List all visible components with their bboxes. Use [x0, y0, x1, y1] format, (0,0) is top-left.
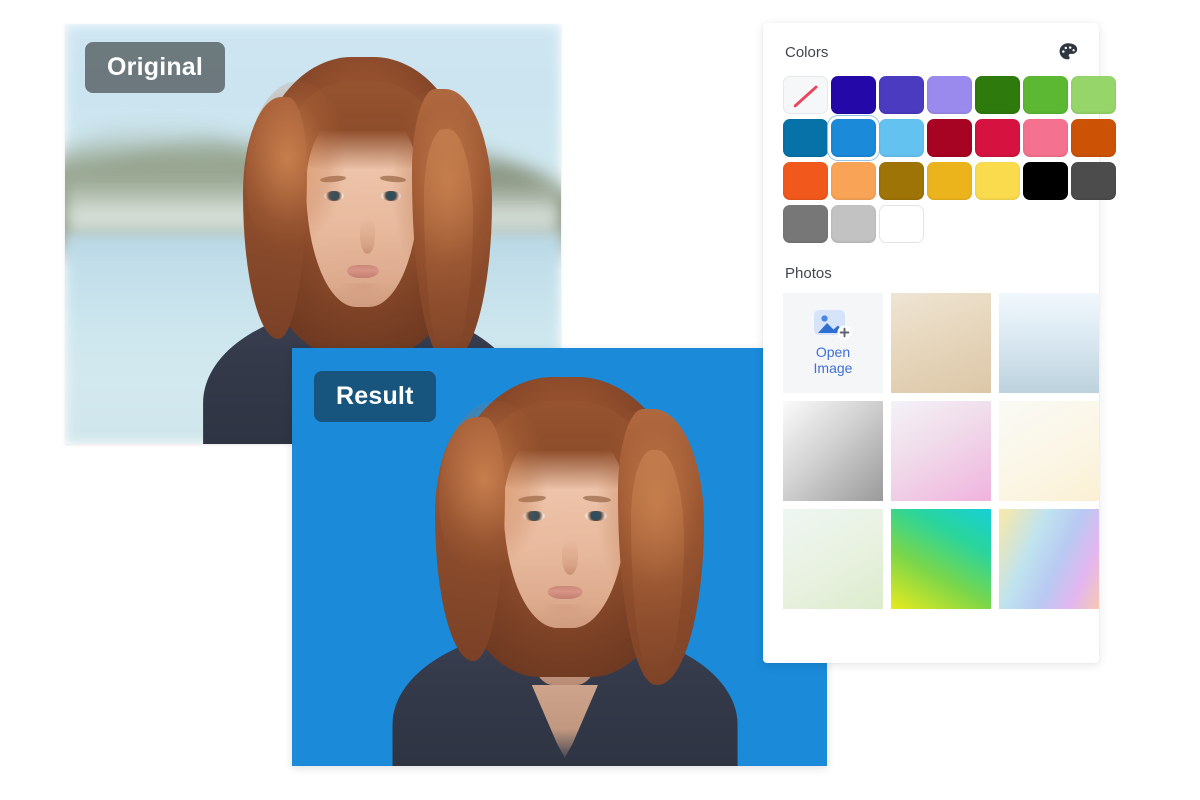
photo-tile-rainbow-gradient[interactable]	[999, 509, 1099, 609]
app-stage: Original Result Colors Photos Open Image	[0, 0, 1200, 800]
color-swatch-pink[interactable]	[1023, 119, 1068, 157]
color-swatch-violet-blue[interactable]	[879, 76, 924, 114]
color-swatch-green[interactable]	[1023, 76, 1068, 114]
color-swatch-blue[interactable]	[831, 119, 876, 157]
result-image-card[interactable]: Result	[292, 348, 827, 766]
open-image-button[interactable]: Open Image	[783, 293, 883, 393]
result-badge: Result	[314, 371, 436, 422]
add-image-icon	[813, 309, 853, 341]
subject-hair-sheen-left	[245, 81, 351, 275]
color-swatch-burnt-orange[interactable]	[1071, 119, 1116, 157]
subject-lips	[547, 585, 583, 600]
palette-icon[interactable]	[1057, 41, 1079, 63]
subject-hair-sheen-right	[584, 409, 705, 637]
photo-tile-gray-gradient[interactable]	[783, 401, 883, 501]
color-swatch-deep-blue[interactable]	[783, 119, 828, 157]
tools-panel: Colors Photos Open Image	[763, 23, 1116, 663]
photos-section-header: Photos	[777, 243, 1085, 293]
color-swatch-black[interactable]	[1023, 162, 1068, 200]
color-swatch-light-purple[interactable]	[927, 76, 972, 114]
subject-hair-sheen-right	[381, 89, 492, 315]
photo-tile-blue-white-gradient[interactable]	[999, 293, 1099, 393]
colors-section-header: Colors	[777, 23, 1085, 76]
subject-hair-sheen-left	[438, 401, 552, 596]
original-badge: Original	[85, 42, 226, 93]
subject-lips	[346, 264, 379, 279]
result-portrait-subject	[392, 361, 738, 766]
photo-tile-mint-gradient[interactable]	[783, 509, 883, 609]
subject-chin	[534, 603, 595, 633]
color-swatch-dark-gray[interactable]	[1071, 162, 1116, 200]
subject-nose	[561, 538, 579, 576]
subject-nose	[359, 218, 375, 255]
color-swatch-white[interactable]	[879, 205, 924, 243]
color-swatch-gray[interactable]	[783, 205, 828, 243]
color-swatch-indigo[interactable]	[831, 76, 876, 114]
photo-tile-pink-gradient[interactable]	[891, 401, 991, 501]
colors-title: Colors	[785, 43, 829, 61]
photo-tile-grid[interactable]: Open Image	[777, 293, 1099, 609]
open-image-label: Open Image	[813, 344, 853, 376]
color-swatch-orange[interactable]	[783, 162, 828, 200]
photo-tile-cream-gradient[interactable]	[999, 401, 1099, 501]
color-swatch-light-gray[interactable]	[831, 205, 876, 243]
color-swatch-light-green[interactable]	[1071, 76, 1116, 114]
open-image-label-line1: Open	[815, 344, 851, 361]
photo-tile-green-cyan-gradient[interactable]	[891, 509, 991, 609]
color-swatch-sky-blue[interactable]	[879, 119, 924, 157]
subject-chin	[334, 282, 391, 311]
color-swatch-dark-red[interactable]	[927, 119, 972, 157]
open-image-label-line2: Image	[813, 360, 853, 376]
photo-tile-beige-gradient[interactable]	[891, 293, 991, 393]
color-swatch-dark-green[interactable]	[975, 76, 1020, 114]
color-swatch-yellow[interactable]	[975, 162, 1020, 200]
color-swatch-crimson[interactable]	[975, 119, 1020, 157]
color-swatch-grid[interactable]	[777, 76, 1116, 243]
color-swatch-olive[interactable]	[879, 162, 924, 200]
color-swatch-gold[interactable]	[927, 162, 972, 200]
photos-title: Photos	[785, 265, 832, 282]
color-swatch-transparent[interactable]	[783, 76, 828, 114]
color-swatch-light-orange[interactable]	[831, 162, 876, 200]
